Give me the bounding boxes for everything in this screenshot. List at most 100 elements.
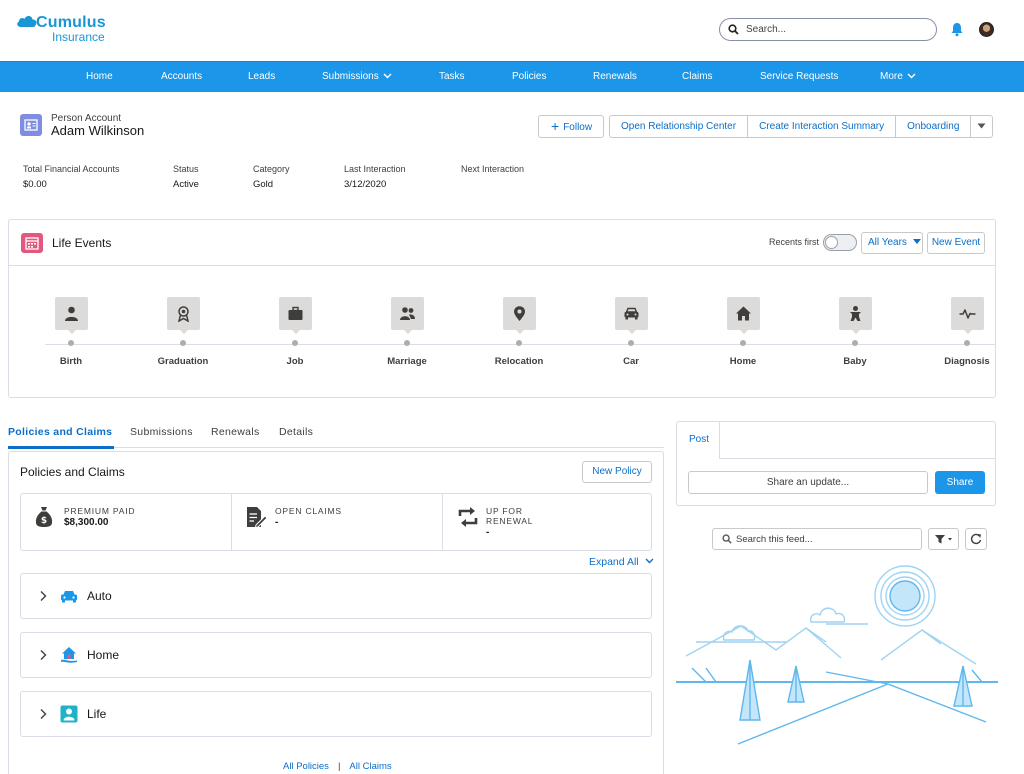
field-value: $0.00 — [23, 179, 47, 190]
policies-card-title: Policies and Claims — [20, 465, 125, 479]
record-title: Adam Wilkinson — [51, 123, 145, 138]
life-event-birth[interactable]: Birth — [31, 297, 111, 367]
cumulus-logo[interactable]: Cumulus Insurance — [16, 12, 106, 44]
top-header: Cumulus Insurance Search... — [0, 0, 1024, 61]
life-event-label: Marriage — [387, 356, 427, 367]
policy-group-home[interactable]: Home — [20, 632, 652, 678]
nav-item-more[interactable]: More — [880, 71, 916, 82]
person-icon — [60, 705, 78, 723]
tab-submissions[interactable]: Submissions — [130, 426, 193, 438]
field-label: Category — [253, 164, 290, 174]
nav-label: Claims — [682, 71, 713, 82]
publisher-card: Post Share an update... Share — [676, 421, 996, 506]
toggle-knob — [825, 236, 838, 249]
life-event-tile — [726, 297, 760, 334]
nav-item-claims[interactable]: Claims — [682, 71, 713, 82]
nav-item-home[interactable]: Home — [86, 71, 113, 82]
tab-details[interactable]: Details — [279, 426, 313, 438]
feed-refresh-button[interactable] — [965, 528, 987, 550]
tab-post[interactable]: Post — [677, 422, 720, 459]
nav-item-leads[interactable]: Leads — [248, 71, 275, 82]
policy-group-life[interactable]: Life — [20, 691, 652, 737]
nav-label: Accounts — [161, 71, 203, 82]
recents-first-toggle[interactable] — [823, 234, 857, 251]
tab-renewals[interactable]: Renewals — [211, 426, 260, 438]
empty-feed-illustration — [676, 565, 998, 745]
expand-all-link[interactable]: Expand All — [589, 556, 654, 568]
life-events-title: Life Events — [52, 236, 112, 250]
timeline-dot — [852, 340, 858, 346]
calendar-icon — [21, 233, 43, 253]
house-icon — [61, 647, 77, 663]
nav-item-service-requests[interactable]: Service Requests — [760, 71, 838, 82]
active-tab-indicator — [8, 446, 114, 449]
nav-label: Tasks — [439, 71, 465, 82]
life-event-home[interactable]: Home — [703, 297, 783, 367]
life-event-car[interactable]: Car — [591, 297, 671, 367]
year-filter-dropdown[interactable]: All Years — [861, 232, 923, 254]
nav-item-accounts[interactable]: Accounts — [161, 71, 202, 82]
timeline-dot — [68, 340, 74, 346]
feed-search-placeholder: Search this feed... — [736, 534, 813, 545]
nav-item-policies[interactable]: Policies — [512, 71, 546, 82]
more-actions-dropdown[interactable] — [970, 115, 994, 138]
open-relationship-center-button[interactable]: Open Relationship Center — [609, 115, 749, 138]
renew-arrows-icon — [458, 507, 478, 527]
stat-up-for-renewal: Up for Renewal - — [442, 494, 653, 550]
life-event-graduation[interactable]: Graduation — [143, 297, 223, 367]
house-icon — [735, 306, 751, 321]
create-interaction-summary-button[interactable]: Create Interaction Summary — [747, 115, 897, 138]
new-policy-button[interactable]: New Policy — [582, 461, 652, 483]
chevron-right-icon — [40, 650, 47, 660]
life-event-relocation[interactable]: Relocation — [479, 297, 559, 367]
field-value: 3/12/2020 — [344, 179, 387, 190]
life-event-baby[interactable]: Baby — [815, 297, 895, 367]
onboarding-button[interactable]: Onboarding — [895, 115, 972, 138]
life-events-header: Life Events Recents first All Years New … — [9, 220, 995, 266]
field-label: Total Financial Accounts — [23, 164, 120, 174]
money-bag-icon: $ — [35, 507, 53, 527]
cloud-logo-icon — [17, 16, 37, 27]
chevron-down-icon — [383, 73, 392, 79]
car-icon — [61, 591, 77, 603]
plus-icon: + — [551, 118, 560, 134]
nav-label: Service Requests — [760, 71, 839, 82]
feed-filter-button[interactable] — [928, 528, 959, 550]
life-event-label: Baby — [843, 356, 867, 367]
all-claims-link[interactable]: All Claims — [349, 761, 391, 772]
nav-item-renewals[interactable]: Renewals — [593, 71, 637, 82]
life-event-label: Graduation — [157, 356, 209, 367]
field-value: Active — [173, 179, 199, 190]
nav-item-submissions[interactable]: Submissions — [322, 71, 392, 82]
life-event-tile — [390, 297, 424, 334]
notification-bell-icon[interactable] — [950, 22, 964, 37]
brand-subtitle: Insurance — [52, 30, 105, 44]
timeline-dot — [404, 340, 410, 346]
global-search-input[interactable]: Search... — [719, 18, 937, 41]
all-policies-link[interactable]: All Policies — [283, 761, 329, 772]
location-pin-icon — [513, 306, 525, 321]
policy-footer-links: All Policies | All Claims — [283, 761, 392, 772]
follow-button[interactable]: + Follow — [538, 115, 605, 138]
svg-text:$: $ — [41, 516, 47, 526]
life-event-marriage[interactable]: Marriage — [367, 297, 447, 367]
nav-label: Renewals — [593, 71, 637, 82]
publisher-tab-divider — [720, 458, 996, 459]
share-button[interactable]: Share — [935, 471, 985, 494]
policy-group-auto[interactable]: Auto — [20, 573, 652, 619]
new-event-button[interactable]: New Event — [927, 232, 985, 254]
nav-item-tasks[interactable]: Tasks — [439, 71, 465, 82]
life-event-tile — [166, 297, 200, 334]
life-event-tile — [54, 297, 88, 334]
field-last-interaction: Last Interaction 3/12/2020 — [344, 164, 406, 190]
year-filter-label: All Years — [868, 237, 907, 248]
feed-search-input[interactable]: Search this feed... — [712, 528, 922, 550]
life-event-job[interactable]: Job — [255, 297, 335, 367]
user-avatar[interactable] — [979, 22, 994, 37]
tab-policies-and-claims[interactable]: Policies and Claims — [8, 426, 112, 438]
life-event-diagnosis[interactable]: Diagnosis — [927, 297, 1007, 367]
share-update-input[interactable]: Share an update... — [688, 471, 928, 494]
refresh-icon — [970, 533, 982, 545]
life-event-tile — [838, 297, 872, 334]
field-status: Status Active — [173, 164, 199, 190]
